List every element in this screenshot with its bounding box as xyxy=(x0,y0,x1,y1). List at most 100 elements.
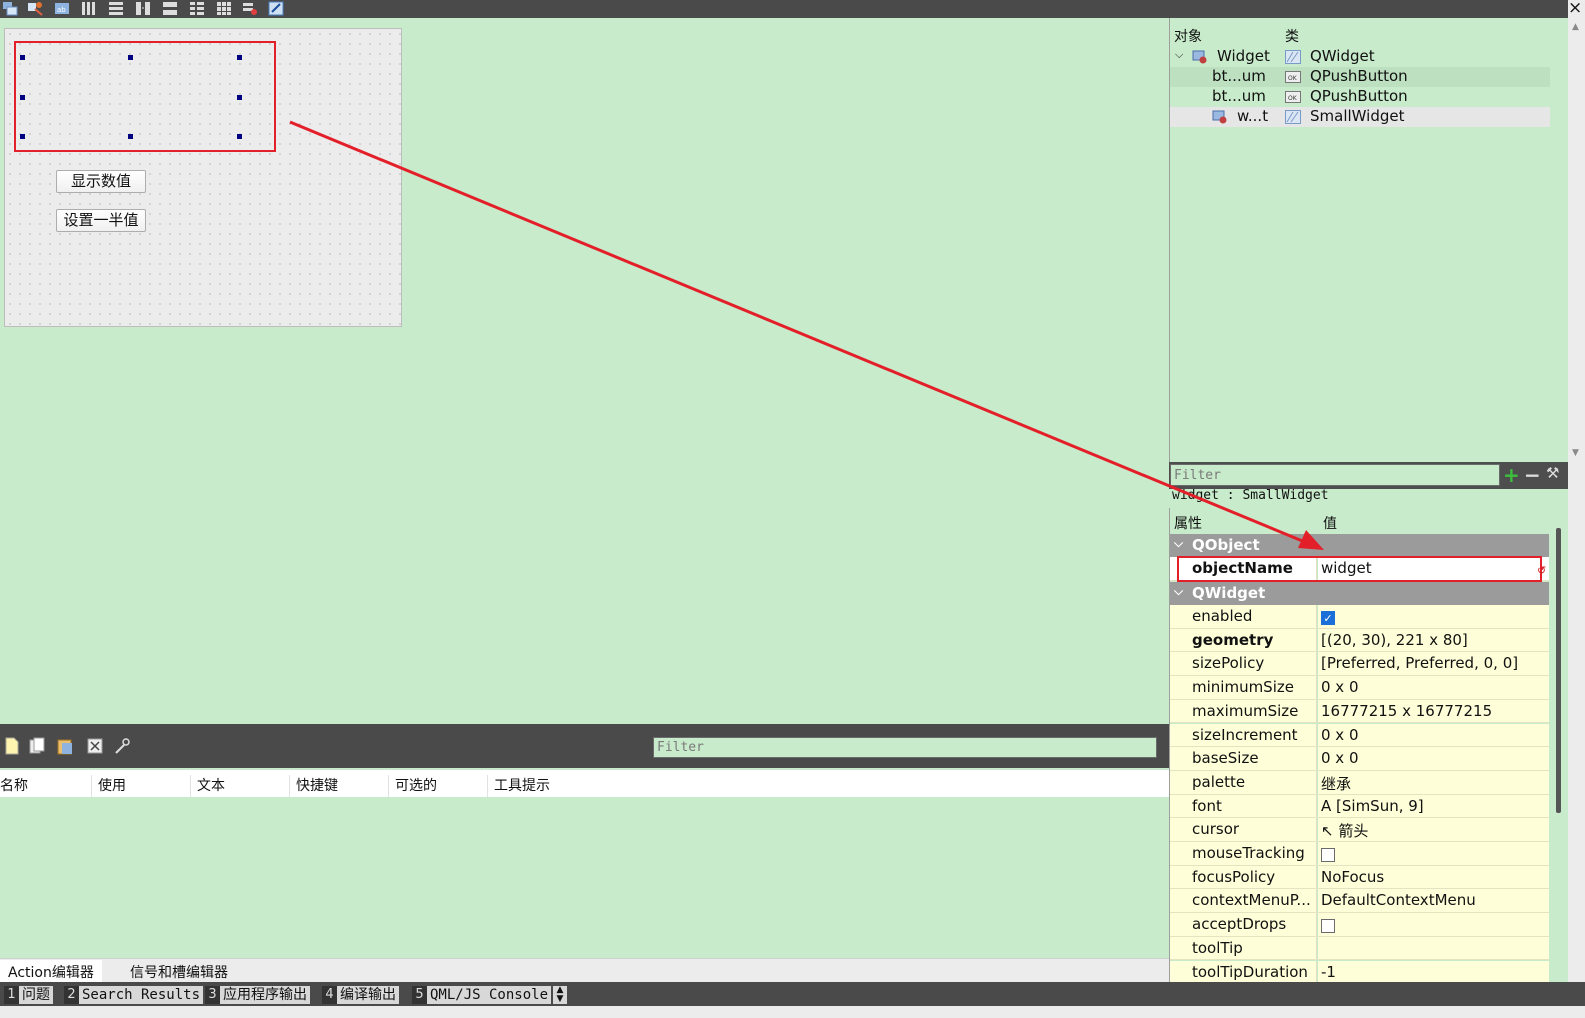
pane-compile-output[interactable]: 4 编译输出 xyxy=(322,986,399,1004)
property-value[interactable]: [Preferred, Preferred, 0, 0] xyxy=(1318,652,1549,676)
property-value[interactable]: 0 x 0 xyxy=(1318,747,1549,770)
prop-contextmenup[interactable]: contextMenuP... DefaultContextMenu xyxy=(1170,889,1549,914)
prop-palette[interactable]: palette 继承 xyxy=(1170,770,1549,795)
prop-enabled[interactable]: enabled ✓ xyxy=(1170,605,1549,629)
checkbox[interactable] xyxy=(1321,847,1335,862)
tab-action-editor[interactable]: Action编辑器 xyxy=(0,960,102,982)
property-name: sizeIncrement xyxy=(1170,723,1317,747)
prop-geometry[interactable]: ›geometry[(20, 30), 221 x 80] xyxy=(1170,628,1549,653)
col-class[interactable]: 类 xyxy=(1285,26,1299,46)
scroll-down-arrow-icon[interactable]: ▼ xyxy=(1572,448,1579,458)
action-filter-input[interactable]: Filter xyxy=(653,737,1157,758)
new-action-icon[interactable] xyxy=(4,737,20,755)
prop-tooltipduration[interactable]: toolTipDuration -1 xyxy=(1170,960,1549,982)
layout-vertical-icon[interactable] xyxy=(108,1,124,16)
edit-signals-icon[interactable] xyxy=(27,1,43,16)
action-list[interactable] xyxy=(0,797,1169,957)
property-value[interactable]: ↖ 箭头 xyxy=(1318,818,1549,841)
reset-property-icon[interactable]: ↺ xyxy=(1537,564,1546,577)
prop-sizepolicy[interactable]: ›sizePolicy[Preferred, Preferred, 0, 0] xyxy=(1170,652,1549,677)
tab-signal-slot-editor[interactable]: 信号和槽编辑器 xyxy=(122,960,236,982)
property-value[interactable]: NoFocus xyxy=(1318,865,1549,889)
property-value[interactable]: 继承 xyxy=(1318,770,1549,794)
property-filter-input[interactable]: Filter xyxy=(1170,464,1500,486)
edit-buddies-icon[interactable]: ab xyxy=(54,1,70,16)
set-half-value-button[interactable]: 设置一半值 xyxy=(56,209,146,232)
col-checkable[interactable]: 可选的 xyxy=(389,775,488,797)
property-scrollbar[interactable] xyxy=(1549,508,1568,982)
property-value[interactable]: 0 x 0 xyxy=(1318,676,1549,699)
pane-chooser-icon[interactable]: ▲ ▼ xyxy=(553,986,567,1004)
chevron-down-icon[interactable]: ⌵ xyxy=(1175,48,1183,62)
checkbox[interactable]: ✓ xyxy=(1321,610,1335,625)
pushbutton-class-icon: OK xyxy=(1285,91,1301,103)
tree-row-button1[interactable]: bt...um OK QPushButton xyxy=(1170,67,1550,87)
prop-mousetracking[interactable]: mouseTracking xyxy=(1170,842,1549,866)
property-value[interactable] xyxy=(1318,936,1549,960)
layout-h-splitter-icon[interactable] xyxy=(135,1,151,16)
add-property-button[interactable]: + xyxy=(1503,463,1520,487)
prop-tooltip[interactable]: ›toolTip xyxy=(1170,936,1549,961)
pane-qml-console[interactable]: 5 QML/JS Console xyxy=(412,986,552,1004)
prop-maximumsize[interactable]: ›maximumSize16777215 x 16777215 xyxy=(1170,699,1549,724)
prop-acceptdrops[interactable]: acceptDrops xyxy=(1170,913,1549,937)
close-icon[interactable]: × xyxy=(1568,0,1582,18)
property-value[interactable]: -1 xyxy=(1318,960,1549,982)
copy-action-icon[interactable] xyxy=(29,737,45,755)
col-name[interactable]: 名称 xyxy=(0,775,92,797)
col-object[interactable]: 对象 xyxy=(1174,26,1202,46)
property-value[interactable] xyxy=(1318,913,1549,936)
group-qwidget[interactable]: ⌵ QWidget xyxy=(1170,582,1549,605)
property-value[interactable]: ✓ xyxy=(1318,605,1549,628)
checkbox[interactable] xyxy=(1321,918,1335,933)
layout-form-icon[interactable] xyxy=(189,1,205,16)
prop-focuspolicy[interactable]: focusPolicy NoFocus xyxy=(1170,865,1549,890)
property-name: toolTip xyxy=(1170,936,1317,960)
col-text[interactable]: 文本 xyxy=(191,775,290,797)
col-used[interactable]: 使用 xyxy=(92,775,191,797)
pushbutton-class-icon: OK xyxy=(1285,71,1301,83)
prop-cursor[interactable]: cursor ↖ 箭头 xyxy=(1170,818,1549,842)
pane-search-results[interactable]: 2 Search Results xyxy=(64,986,204,1004)
break-layout-icon[interactable] xyxy=(242,1,258,16)
col-value[interactable]: 值 xyxy=(1323,513,1337,533)
property-value[interactable]: 0 x 0 xyxy=(1318,723,1549,747)
property-value[interactable]: DefaultContextMenu xyxy=(1318,889,1549,913)
property-value[interactable] xyxy=(1318,842,1549,865)
delete-action-icon[interactable] xyxy=(87,737,103,755)
adjust-size-icon[interactable] xyxy=(268,1,284,16)
layout-v-splitter-icon[interactable] xyxy=(162,1,178,16)
pane-issues[interactable]: 1 问题 xyxy=(4,986,53,1004)
pane-application-output[interactable]: 3 应用程序输出 xyxy=(205,986,310,1004)
scroll-up-arrow-icon[interactable]: ▲ xyxy=(1572,22,1579,32)
configure-wrench-icon[interactable] xyxy=(114,737,130,755)
prop-minimumsize[interactable]: ›minimumSize0 x 0 xyxy=(1170,676,1549,700)
group-qobject[interactable]: ⌵ QObject xyxy=(1170,534,1549,557)
col-tooltip[interactable]: 工具提示 xyxy=(488,775,587,797)
edit-widgets-icon[interactable] xyxy=(2,1,18,16)
tree-row-widget[interactable]: ⌵ Widget QWidget xyxy=(1170,47,1550,67)
col-property[interactable]: 属性 xyxy=(1174,513,1202,533)
property-name: focusPolicy xyxy=(1170,865,1317,889)
paste-action-icon[interactable] xyxy=(57,737,73,755)
property-value[interactable]: 16777215 x 16777215 xyxy=(1318,699,1549,723)
tree-row-button2[interactable]: bt...um OK QPushButton xyxy=(1170,87,1550,107)
col-shortcut[interactable]: 快捷键 xyxy=(290,775,389,797)
property-name: geometry xyxy=(1170,628,1317,652)
layout-horizontal-icon[interactable] xyxy=(81,1,97,16)
qwidget-class-icon xyxy=(1285,110,1301,124)
window-edge-strip: × ▲ ▼ xyxy=(1568,0,1585,1018)
layout-grid-icon[interactable] xyxy=(216,1,232,16)
show-value-button[interactable]: 显示数值 xyxy=(56,170,146,193)
chevron-down-icon[interactable]: ⌵ xyxy=(1174,584,1183,599)
prop-font[interactable]: ›fontA [SimSun, 9] xyxy=(1170,794,1549,819)
chevron-down-icon[interactable]: ⌵ xyxy=(1174,536,1183,551)
tree-row-smallwidget-selected[interactable]: w...t SmallWidget xyxy=(1170,107,1550,127)
prop-basesize[interactable]: ›baseSize0 x 0 xyxy=(1170,747,1549,771)
prop-sizeincrement[interactable]: ›sizeIncrement0 x 0 xyxy=(1170,723,1549,748)
property-value[interactable]: A [SimSun, 9] xyxy=(1318,794,1549,818)
remove-property-button[interactable]: − xyxy=(1524,463,1541,487)
wrench-icon[interactable]: ⚒ xyxy=(1546,464,1559,482)
scrollbar-thumb[interactable] xyxy=(1556,528,1561,813)
property-value[interactable]: [(20, 30), 221 x 80] xyxy=(1318,628,1549,652)
